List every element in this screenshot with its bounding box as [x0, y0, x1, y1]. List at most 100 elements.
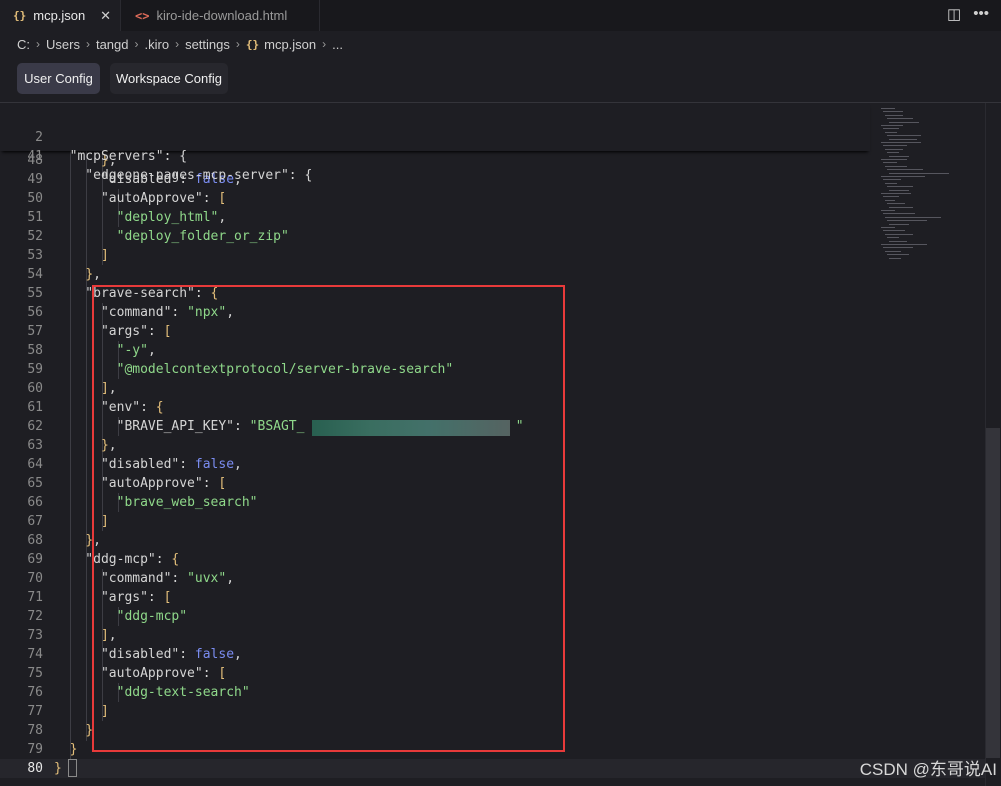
- line-number: 60: [27, 381, 43, 396]
- workspace-config-button[interactable]: Workspace Config: [110, 63, 228, 94]
- line-number: 55: [27, 286, 43, 301]
- line-number: 56: [27, 305, 43, 320]
- line-number: 68: [27, 533, 43, 548]
- chevron-right-icon: ›: [134, 37, 139, 51]
- line-number: 64: [27, 457, 43, 472]
- line-number: 58: [27, 343, 43, 358]
- sticky-scroll: 2 "mcpServers": { 41 "edgeone-pages-mcp-…: [0, 103, 870, 183]
- minimap-line: [885, 216, 941, 218]
- json-braces-icon: {}: [13, 9, 27, 22]
- chevron-right-icon: ›: [175, 37, 180, 51]
- minimap-line: [885, 233, 913, 235]
- code-line-row: 52 "deploy_folder_or_zip": [0, 227, 1001, 246]
- minimap-line: [889, 189, 909, 191]
- tab-kiro-ide-download[interactable]: <> kiro-ide-download.html: [120, 0, 320, 31]
- minimap-line: [881, 210, 895, 211]
- minimap-line: [881, 227, 895, 228]
- line-number: 54: [27, 267, 43, 282]
- code-text: }: [54, 761, 62, 776]
- user-config-button[interactable]: User Config: [17, 63, 100, 94]
- minimap-line: [883, 213, 915, 215]
- breadcrumb-item[interactable]: .kiro: [145, 37, 170, 52]
- more-actions-icon[interactable]: •••: [973, 5, 989, 23]
- code-text: }: [85, 723, 94, 738]
- chevron-right-icon: ›: [85, 37, 90, 51]
- breadcrumb-item[interactable]: Users: [46, 37, 80, 52]
- scrollbar-thumb[interactable]: [986, 428, 1000, 758]
- minimap-line: [889, 155, 909, 157]
- minimap-line: [885, 148, 903, 150]
- split-editor-icon[interactable]: ◫: [947, 5, 961, 23]
- minimap-line: [887, 254, 909, 256]
- tab-label: mcp.json: [33, 8, 86, 23]
- tab-bar: {} mcp.json ✕ <> kiro-ide-download.html …: [0, 0, 1001, 31]
- watermark: CSDN @东哥说AI: [859, 760, 997, 779]
- minimap-line: [889, 257, 901, 259]
- line-number: 71: [27, 590, 43, 605]
- line-number: 63: [27, 438, 43, 453]
- tab-mcp-json[interactable]: {} mcp.json ✕: [0, 0, 120, 31]
- line-number: 67: [27, 514, 43, 529]
- breadcrumb-item[interactable]: tangd: [96, 37, 129, 52]
- tab-label: kiro-ide-download.html: [156, 8, 288, 23]
- breadcrumb-item[interactable]: C:: [17, 37, 30, 52]
- minimap-line: [881, 159, 907, 160]
- line-number: 70: [27, 571, 43, 586]
- minimap-line: [887, 203, 905, 205]
- line-number: 74: [27, 647, 43, 662]
- breadcrumb-item[interactable]: settings: [185, 37, 230, 52]
- breadcrumb-item[interactable]: ...: [332, 37, 343, 52]
- line-number: 72: [27, 609, 43, 624]
- code-text: ]: [100, 248, 109, 263]
- code-line-row: 80}: [0, 759, 1001, 778]
- line-number: 80: [27, 761, 43, 776]
- line-number: 65: [27, 476, 43, 491]
- bracket-match-highlight: [68, 759, 77, 777]
- line-number: 53: [27, 248, 43, 263]
- minimap-line: [883, 196, 899, 198]
- minimap-line: [889, 223, 909, 225]
- chevron-right-icon: ›: [235, 37, 240, 51]
- minimap-line: [883, 230, 905, 232]
- line-number: 78: [27, 723, 43, 738]
- json-braces-icon: {}: [245, 37, 260, 51]
- minimap-line: [885, 250, 901, 252]
- code-text: "deploy_folder_or_zip": [116, 229, 289, 244]
- minimap-line: [885, 199, 895, 201]
- line-number: 51: [27, 210, 43, 225]
- close-icon[interactable]: ✕: [100, 8, 111, 24]
- minimap-line: [889, 172, 949, 174]
- line-number: 73: [27, 628, 43, 643]
- minimap-line: [889, 206, 913, 208]
- minimap-line: [883, 247, 913, 249]
- breadcrumb-item[interactable]: mcp.json: [264, 37, 316, 52]
- minimap-line: [885, 165, 907, 167]
- line-number: 66: [27, 495, 43, 510]
- line-number: 76: [27, 685, 43, 700]
- line-number: 59: [27, 362, 43, 377]
- chevron-right-icon: ›: [36, 37, 40, 51]
- code-line-row: 50 "autoApprove": [: [0, 189, 1001, 208]
- code-text: "autoApprove": [: [54, 191, 227, 206]
- minimap-line: [887, 152, 899, 154]
- line-number: 79: [27, 742, 43, 757]
- editor-actions: ◫ •••: [947, 5, 989, 23]
- minimap-line: [887, 169, 923, 171]
- minimap-line: [881, 244, 927, 245]
- code-line-row: 53 ]: [0, 246, 1001, 265]
- line-number: 61: [27, 400, 43, 415]
- code-line-row: 54 },: [0, 265, 1001, 284]
- code-text: "deploy_html",: [116, 210, 227, 225]
- breadcrumb: C: › Users › tangd › .kiro › settings › {} mc…: [17, 36, 343, 52]
- code-text: }: [69, 742, 78, 757]
- line-number: 77: [27, 704, 43, 719]
- line-number: 41: [27, 149, 43, 164]
- line-number: 57: [27, 324, 43, 339]
- code-line: "edgeone-pages-mcp-server": {: [54, 168, 313, 183]
- minimap-line: [881, 193, 911, 194]
- code-line-row: 51 "deploy_html",: [0, 208, 1001, 227]
- minimap-line: [883, 179, 901, 181]
- minimap-line: [887, 237, 899, 239]
- html-code-icon: <>: [135, 8, 150, 23]
- minimap-line: [883, 162, 897, 164]
